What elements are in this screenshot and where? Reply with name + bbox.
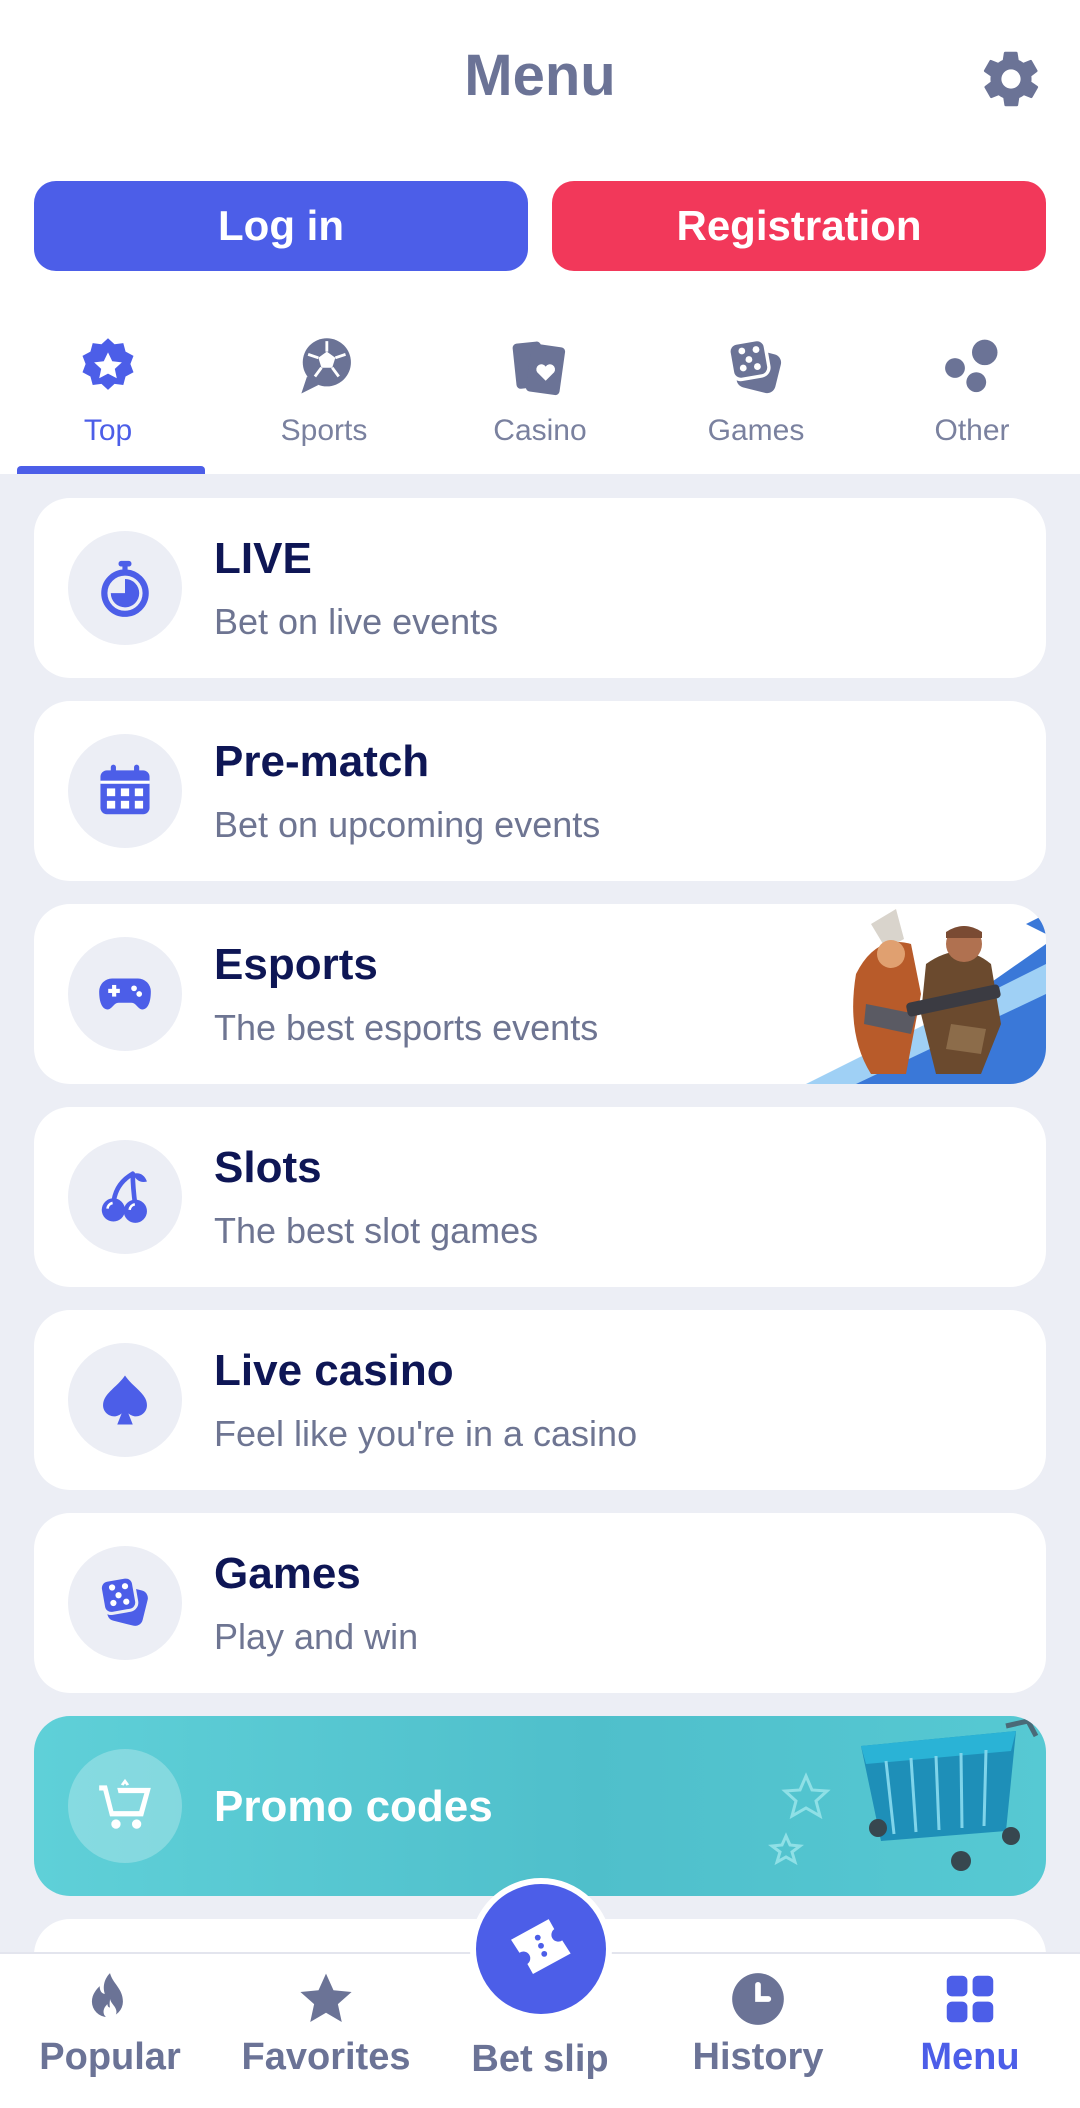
bet-slip-button[interactable] — [470, 1878, 612, 2020]
spade-icon — [103, 1375, 147, 1425]
item-title: Esports — [214, 940, 378, 989]
bet-slip-label[interactable]: Bet slip — [432, 2038, 648, 2081]
playing-cards-icon — [512, 341, 566, 396]
dice-icon — [98, 1575, 148, 1626]
tab-games[interactable]: Games — [656, 330, 856, 474]
tab-other[interactable]: Other — [872, 330, 1072, 474]
item-subtitle: Play and win — [214, 1616, 419, 1657]
gear-icon[interactable] — [978, 46, 1044, 112]
clock-icon — [732, 1973, 784, 2025]
category-tabs: Top Sports Casino Games Other — [0, 330, 1080, 474]
item-icon-circle — [68, 531, 182, 645]
nav-label: History — [692, 2036, 824, 2078]
item-title: Promo codes — [214, 1782, 493, 1831]
item-subtitle: The best slot games — [214, 1210, 539, 1251]
nav-popular[interactable]: Popular — [2, 1968, 218, 2079]
tab-label: Casino — [493, 414, 587, 447]
item-title: LIVE — [214, 534, 312, 583]
stopwatch-icon — [101, 560, 149, 617]
tab-sports[interactable]: Sports — [224, 330, 424, 474]
menu-item-prematch[interactable]: Pre-match Bet on upcoming events — [34, 701, 1046, 881]
item-title: Games — [214, 1549, 361, 1598]
item-icon-circle — [68, 1140, 182, 1254]
shopping-cart-icon — [99, 1778, 151, 1829]
star-icon — [300, 1973, 352, 2022]
item-subtitle: The best esports events — [214, 1007, 599, 1048]
ticket-icon — [511, 1919, 571, 1974]
cherries-icon — [101, 1171, 147, 1223]
nav-favorites[interactable]: Favorites — [218, 1968, 434, 2079]
dots-icon — [945, 339, 998, 393]
active-tab-indicator — [17, 466, 205, 474]
page-title: Menu — [464, 43, 616, 108]
tab-label: Sports — [280, 414, 368, 447]
menu-item-live-casino[interactable]: Live casino Feel like you're in a casino — [34, 1310, 1046, 1490]
nav-history[interactable]: History — [650, 1968, 866, 2079]
item-subtitle: Bet on upcoming events — [214, 804, 601, 845]
dice-icon — [727, 337, 782, 394]
menu-item-live[interactable]: LIVE Bet on live events — [34, 498, 1046, 678]
nav-label: Menu — [920, 2036, 1020, 2078]
tab-casino[interactable]: Casino — [440, 330, 640, 474]
soccer-ball-icon — [301, 338, 351, 394]
esports-warriors-illustration — [806, 909, 1046, 1084]
menu-item-slots[interactable]: Slots The best slot games — [34, 1107, 1046, 1287]
menu-item-games[interactable]: Games Play and win — [34, 1513, 1046, 1693]
star-badge-icon — [82, 338, 134, 390]
item-icon-circle — [68, 734, 182, 848]
menu-item-promo-codes[interactable]: Promo codes — [34, 1716, 1046, 1896]
basket-illustration — [768, 1718, 1039, 1871]
flame-icon — [91, 1973, 123, 2019]
registration-button[interactable]: Registration — [552, 181, 1046, 271]
item-icon-circle — [68, 1546, 182, 1660]
calendar-icon — [100, 764, 150, 815]
gamepad-icon — [99, 978, 151, 1010]
item-icon-circle — [68, 1343, 182, 1457]
item-icon-circle — [68, 937, 182, 1051]
tab-label: Other — [934, 414, 1010, 447]
item-title: Live casino — [214, 1346, 454, 1395]
tab-label: Top — [83, 414, 133, 447]
item-icon-circle — [68, 1749, 182, 1863]
nav-menu[interactable]: Menu — [862, 1968, 1078, 2079]
item-title: Slots — [214, 1143, 322, 1192]
nav-label: Popular — [39, 2036, 181, 2078]
grid-icon — [946, 1975, 994, 2023]
header: Menu Log in Registration Top Sports Casi… — [0, 0, 1080, 474]
nav-label: Favorites — [241, 2036, 411, 2078]
tab-label: Games — [707, 414, 805, 447]
menu-item-esports[interactable]: Esports The best esports events — [34, 904, 1046, 1084]
item-subtitle: Feel like you're in a casino — [214, 1413, 638, 1454]
item-title: Pre-match — [214, 737, 430, 786]
tab-top[interactable]: Top — [8, 330, 208, 474]
item-subtitle: Bet on live events — [214, 601, 499, 642]
login-button[interactable]: Log in — [34, 181, 528, 271]
